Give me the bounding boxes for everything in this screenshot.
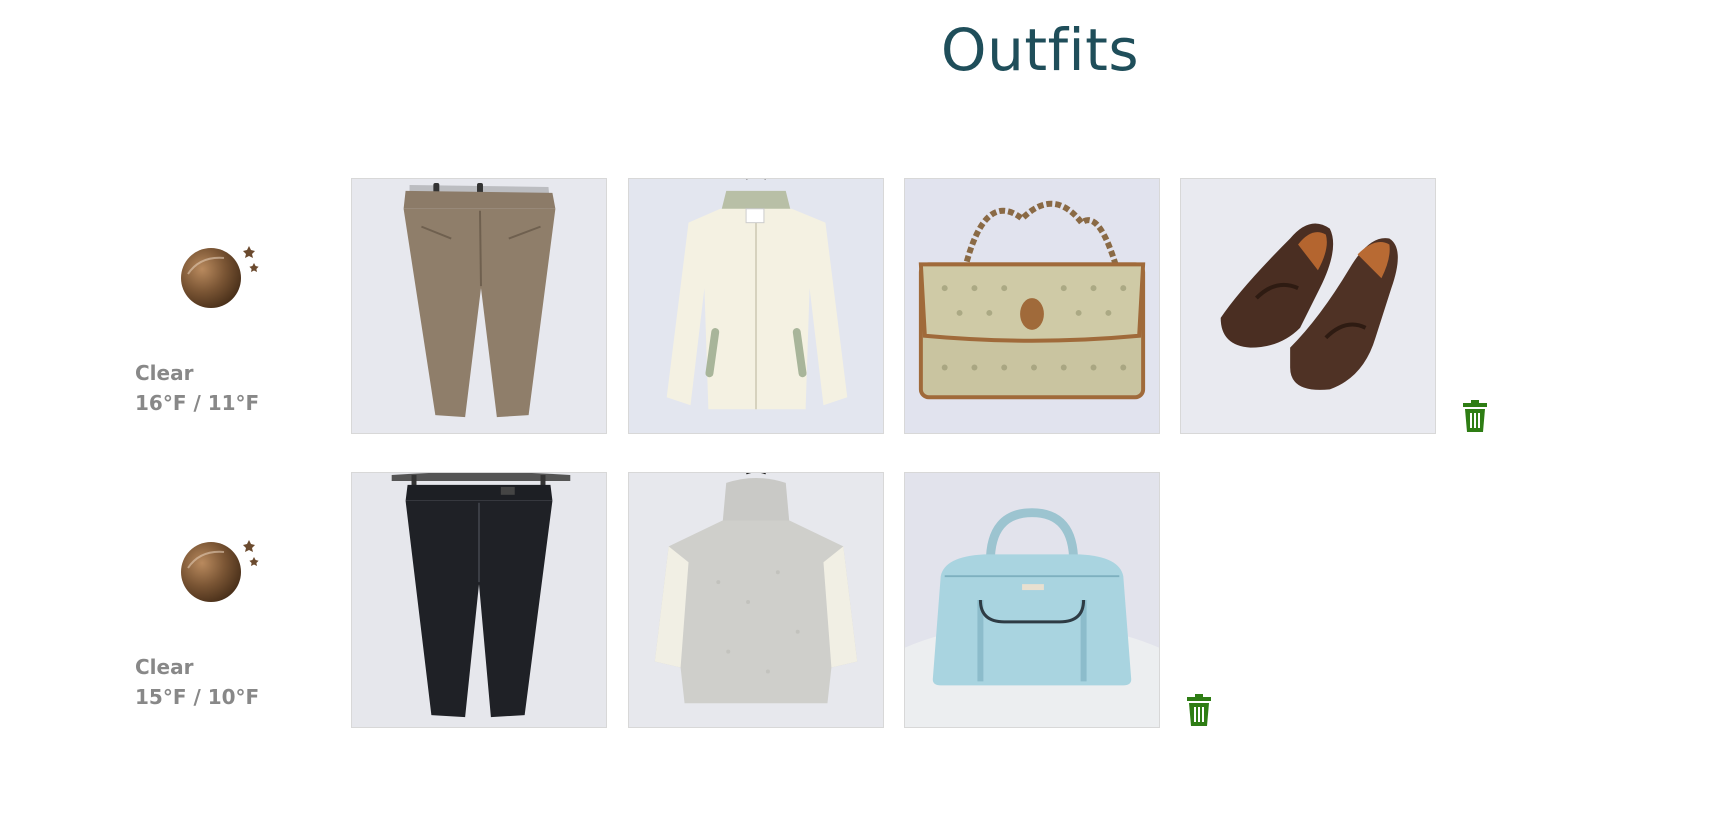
light-blue-satchel-image	[905, 473, 1159, 727]
outfit-item-handbag[interactable]	[904, 472, 1160, 728]
weather-condition: Clear	[135, 361, 194, 385]
weather-summary: Clear 16°F / 11°F	[135, 358, 259, 418]
outfit-item-handbag[interactable]	[904, 178, 1160, 434]
trash-icon	[1463, 400, 1487, 432]
weather-summary: Clear 15°F / 10°F	[135, 652, 259, 712]
clear-night-icon	[178, 532, 268, 602]
outfit-item-shoes[interactable]	[1180, 178, 1436, 434]
outfit-item-sweater[interactable]	[628, 472, 884, 728]
weather-condition: Clear	[135, 655, 194, 679]
cream-jacket-image	[629, 179, 883, 433]
weather-temps: 15°F / 10°F	[135, 685, 260, 709]
monogram-flap-bag-image	[905, 179, 1159, 433]
clear-night-icon	[178, 238, 268, 308]
outfit-item-trousers[interactable]	[351, 178, 607, 434]
outfit-row: Clear 16°F / 11°F	[0, 178, 1728, 438]
outfit-row: Clear 15°F / 10°F	[0, 472, 1728, 732]
delete-outfit-button[interactable]	[1186, 694, 1212, 726]
page-title: Outfits	[940, 16, 1140, 84]
delete-outfit-button[interactable]	[1462, 400, 1488, 432]
weather-temps: 16°F / 11°F	[135, 391, 260, 415]
outfit-item-jacket[interactable]	[628, 178, 884, 434]
trash-icon	[1187, 694, 1211, 726]
brown-loafers-image	[1181, 179, 1435, 433]
taupe-trousers-image	[352, 179, 606, 433]
outfit-item-trousers[interactable]	[351, 472, 607, 728]
black-trousers-image	[352, 473, 606, 727]
grey-turtleneck-poncho-image	[629, 473, 883, 727]
